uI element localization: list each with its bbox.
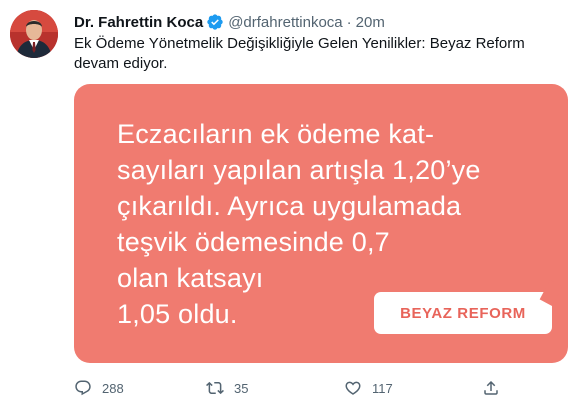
- retweet-icon: [206, 381, 224, 395]
- share-icon: [484, 380, 498, 395]
- reply-count: 288: [102, 380, 124, 396]
- avatar[interactable]: [10, 10, 58, 58]
- tweet-actions: 288 35 117: [74, 378, 568, 398]
- reply-icon: [75, 380, 91, 396]
- author-handle[interactable]: @drfahrettinkoca: [228, 14, 342, 31]
- media-line: sayıları yapılan artışla 1,20’ye: [117, 155, 481, 185]
- share-button[interactable]: [482, 378, 510, 398]
- logo-text: BEYAZ REFORM: [400, 304, 526, 322]
- like-button[interactable]: 117: [344, 378, 393, 398]
- media-line: olan katsayı: [117, 263, 264, 293]
- tweet-media-image[interactable]: Eczacıların ek ödeme kat- sayıları yapıl…: [74, 84, 568, 363]
- header-separator: ·: [346, 13, 352, 31]
- like-count: 117: [372, 380, 393, 396]
- verified-badge-icon: [206, 13, 224, 31]
- tweet-text: Ek Ödeme Yönetmelik Değişikliğiyle Gelen…: [74, 35, 525, 72]
- tweet-timestamp[interactable]: 20m: [356, 14, 385, 31]
- author-name[interactable]: Dr. Fahrettin Koca: [74, 14, 203, 31]
- media-line: çıkarıldı. Ayrıca uygulamada: [117, 191, 462, 221]
- beyaz-reform-logo: BEYAZ REFORM: [374, 292, 552, 334]
- tweet-header: Dr. Fahrettin Koca @drfahrettinkoca · 20…: [74, 12, 385, 32]
- tweet[interactable]: Dr. Fahrettin Koca @drfahrettinkoca · 20…: [0, 0, 585, 403]
- heart-icon: [345, 381, 361, 395]
- reply-button[interactable]: 288: [74, 378, 124, 398]
- media-line: teşvik ödemesinde 0,7: [117, 227, 390, 257]
- retweet-count: 35: [234, 380, 249, 396]
- retweet-button[interactable]: 35: [206, 378, 248, 398]
- avatar-image: [10, 10, 58, 58]
- media-line: Eczacıların ek ödeme kat-: [117, 119, 435, 149]
